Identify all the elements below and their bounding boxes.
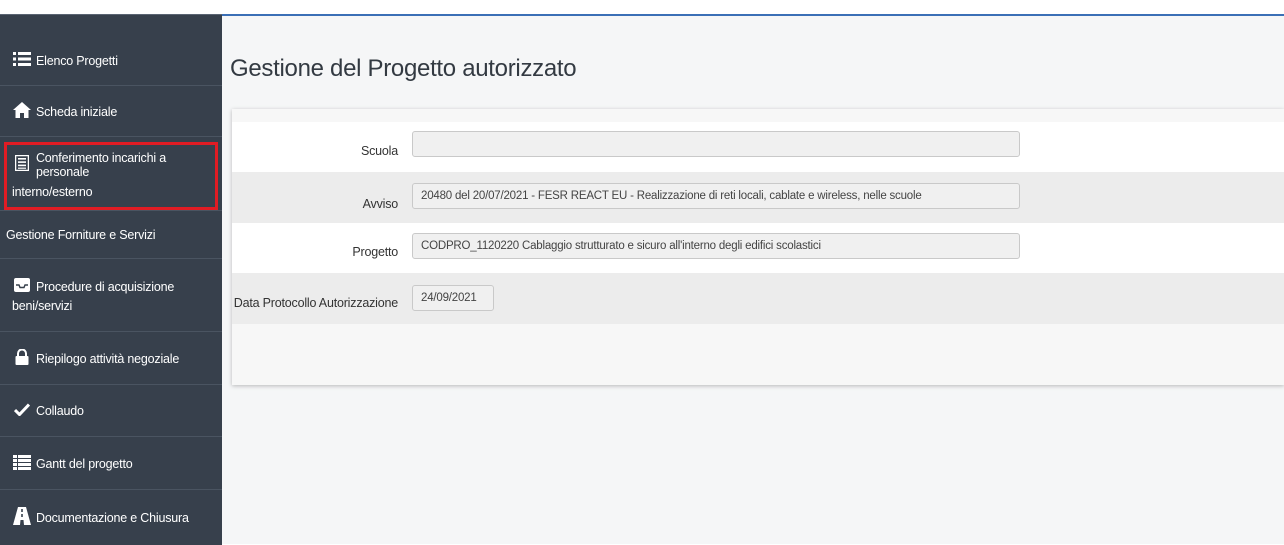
sidebar-item-label: Gestione Forniture e Servizi (6, 228, 156, 242)
sidebar-item-label-line1: Procedure di acquisizione (36, 279, 175, 294)
sidebar-item-collaudo[interactable]: Collaudo (0, 386, 222, 437)
sidebar-item-gestione-forniture[interactable]: Gestione Forniture e Servizi (0, 212, 222, 259)
sidebar-item-documentazione-chiusura[interactable]: Documentazione e Chiusura (0, 491, 222, 544)
scuola-label: Scuola (360, 144, 398, 158)
sidebar-item-label: Collaudo (36, 404, 84, 418)
sidebar-item-label-line1: Conferimento incarichi a personale (35, 150, 166, 179)
page: Elenco Progetti Scheda iniziale Conferim… (0, 0, 1284, 545)
check-icon (12, 403, 32, 419)
sidebar-item-label: Documentazione e Chiusura (36, 510, 189, 525)
scuola-field[interactable] (412, 131, 1020, 157)
sidebar-item-riepilogo-attivita[interactable]: Riepilogo attività negoziale (0, 333, 222, 385)
page-title: Gestione del Progetto autorizzato (230, 55, 577, 82)
sidebar-item-label: Gantt del progetto (36, 456, 133, 471)
form-row-progetto: Progetto CODPRO_1120220 Cablaggio strutt… (232, 223, 1284, 274)
gantt-icon (12, 454, 32, 473)
list-icon (12, 52, 32, 69)
sidebar-item-label: Elenco Progetti (36, 53, 118, 68)
progetto-field[interactable]: CODPRO_1120220 Cablaggio strutturato e s… (412, 233, 1020, 259)
sidebar-item-label-line2: beni/servizi (12, 299, 73, 313)
data-protocollo-label: Data Protocollo Autorizzazione (233, 296, 398, 310)
road-icon (12, 507, 32, 528)
document-list-icon (12, 154, 32, 174)
lock-icon (12, 348, 32, 368)
home-icon (12, 102, 32, 121)
sidebar-item-label-line2: interno/esterno (12, 184, 93, 199)
sidebar-item-label: Riepilogo attività negoziale (36, 351, 180, 366)
data-protocollo-field[interactable]: 24/09/2021 (412, 285, 494, 311)
inbox-icon (12, 278, 32, 295)
sidebar-item-conferimento-incarichi[interactable]: Conferimento incarichi a personale inter… (0, 139, 222, 211)
progetto-label: Progetto (352, 245, 398, 259)
sidebar-item-scheda-iniziale[interactable]: Scheda iniziale (0, 87, 222, 137)
form-row-avviso: Avviso 20480 del 20/07/2021 - FESR REACT… (232, 172, 1284, 223)
form-row-data-protocollo: Data Protocollo Autorizzazione 24/09/202… (232, 273, 1284, 324)
avviso-label: Avviso (362, 197, 399, 211)
sidebar-item-label: Scheda iniziale (36, 104, 118, 119)
avviso-field[interactable]: 20480 del 20/07/2021 - FESR REACT EU - R… (412, 183, 1020, 209)
sidebar-item-gantt[interactable]: Gantt del progetto (0, 438, 222, 490)
sidebar-item-elenco-progetti[interactable]: Elenco Progetti (0, 36, 222, 86)
sidebar-item-procedure-acquisizione[interactable]: Procedure di acquisizione beni/servizi (0, 260, 222, 332)
form-row-scuola: Scuola (232, 122, 1284, 173)
